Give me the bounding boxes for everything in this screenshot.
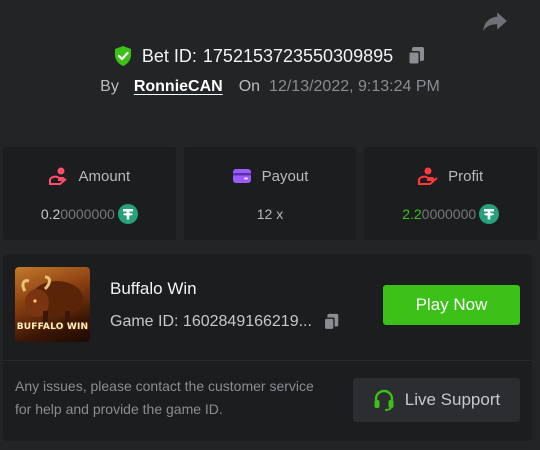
divider [3,360,532,361]
tether-icon [117,204,138,224]
profit-label: Profit [448,167,484,185]
game-id-value: 1602849166219... [182,313,312,330]
bet-id-label: Bet ID: [141,45,197,66]
game-card: BUFFALO WIN Buffalo Win Game ID: 1602849… [3,254,532,441]
hand-coin-icon [418,167,438,185]
share-icon [483,12,507,31]
share-button[interactable] [482,8,508,34]
profit-value-main: 2.2 [402,206,422,222]
by-label: By [100,78,119,95]
play-now-button[interactable]: Play Now [383,285,520,325]
profit-stat: Profit 2.2 0000000 [364,147,538,240]
shield-check-icon [114,46,131,66]
game-name: Buffalo Win [110,279,197,298]
payout-value: 12 x [256,206,284,222]
amount-label: Amount [78,167,131,185]
amount-stat: Amount 0.2 0000000 [3,147,176,240]
coins-icon [49,167,68,185]
profit-value-dim: 0000000 [421,206,477,222]
headset-icon [374,389,394,411]
tether-icon [479,204,500,224]
on-label: On [238,78,261,95]
payout-stat: Payout 12 x [183,147,357,240]
game-thumbnail-title: BUFFALO WIN [16,322,89,332]
amount-value-dim: 0000000 [60,206,115,222]
wallet-icon [232,169,251,183]
author-row: By RonnieCAN On 12/13/2022, 9:13:24 PM [0,78,540,96]
username-link[interactable]: RonnieCAN [134,78,223,96]
bet-date: 12/13/2022, 9:13:24 PM [269,78,440,95]
bet-stats: Amount 0.2 0000000 Payout 12 x Profit 2.… [3,147,538,240]
copy-icon[interactable] [405,45,427,67]
payout-label: Payout [261,167,309,185]
amount-value-main: 0.2 [40,206,61,222]
bet-id-row: Bet ID: 1752153723550309895 [0,45,540,67]
copy-icon[interactable] [321,312,341,332]
support-notice: Any issues, please contact the customer … [15,378,314,417]
game-id-row: Game ID: 1602849166219... [110,312,341,332]
live-support-button[interactable]: Live Support [353,378,520,422]
game-id-label: Game ID: [110,313,179,330]
bet-id-value: 1752153723550309895 [202,45,394,66]
game-thumbnail[interactable]: BUFFALO WIN [15,267,90,342]
live-support-label: Live Support [404,390,501,409]
